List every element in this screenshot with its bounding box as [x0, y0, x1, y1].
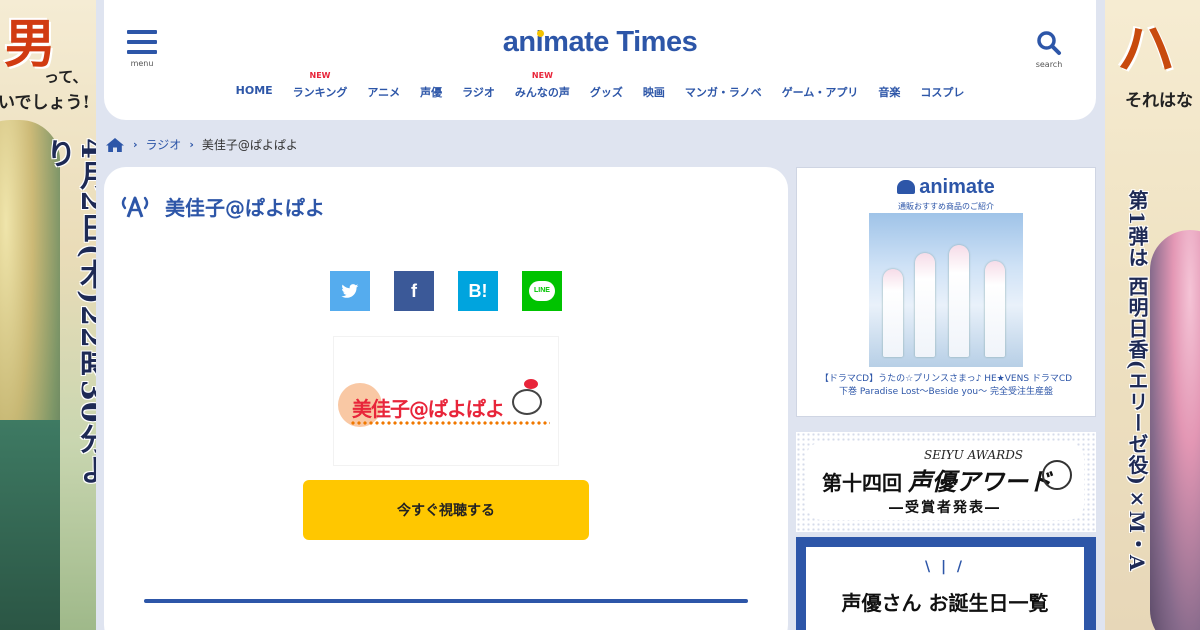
- logo-text-post: mate Times: [543, 26, 698, 58]
- nav-item-anime[interactable]: アニメ: [367, 84, 400, 100]
- new-badge: NEW: [309, 71, 331, 80]
- hatena-bookmark-icon: B!: [468, 280, 488, 301]
- chevron-right-icon: ›: [189, 138, 194, 151]
- logo-i: i: [536, 26, 544, 58]
- logo-text-pre: an: [502, 26, 536, 58]
- site-header: menu an imate Times search HOME NEW ランキング …: [104, 0, 1096, 120]
- breadcrumb-current: 美佳子@ぱよぱよ: [201, 138, 298, 152]
- right-side-ad[interactable]: ハ それはな 第1弾は 西明日香(エリーゼ役)×M・A: [1105, 0, 1200, 630]
- animate-product-ad[interactable]: animate 通販おすすめ商品のご紹介 【ドラマCD】うたの☆プリンスさまっ♪…: [796, 167, 1096, 417]
- sparkle-ticks-icon: \ | /: [924, 559, 966, 575]
- nav-label: アニメ: [367, 86, 401, 99]
- award-title: 第十四回 声優アワード: [822, 462, 1052, 497]
- award-name: 声優アワード: [908, 467, 1052, 496]
- product-caption-link[interactable]: 【ドラマCD】うたの☆プリンスさまっ♪ HE★VENS ドラマCD 下巻 Par…: [819, 373, 1073, 399]
- birthday-banner-title: 声優さん お誕生日一覧: [841, 591, 1049, 615]
- nav-label: マンガ・ラノベ: [684, 86, 762, 99]
- nav-label: HOME: [235, 84, 273, 97]
- facebook-icon: f: [411, 280, 417, 301]
- thumbnail-title-text: 美佳子@ぱよぱよ: [352, 397, 505, 421]
- award-subtitle: ―受賞者発表―: [889, 500, 1001, 516]
- nav-item-movie[interactable]: 映画: [643, 84, 665, 100]
- nav-item-game[interactable]: ゲーム・アプリ: [782, 84, 859, 100]
- line-share-button[interactable]: LINE: [522, 271, 562, 311]
- nav-item-radio[interactable]: ラジオ: [462, 84, 495, 100]
- nav-label: みんなの声: [514, 86, 570, 99]
- ad-headline-tail-a: って、: [44, 68, 88, 86]
- left-side-ad[interactable]: 男 って、 いでしょう! 4月2日(木)22時30分より: [0, 0, 96, 630]
- nav-item-seiyu[interactable]: 声優: [420, 84, 442, 100]
- facebook-share-button[interactable]: f: [394, 271, 434, 311]
- home-icon[interactable]: [105, 137, 125, 153]
- award-english-title: SEIYU AWARDS: [924, 448, 1024, 462]
- product-character: [949, 245, 969, 357]
- nav-label: ラジオ: [462, 86, 495, 99]
- new-badge: NEW: [531, 71, 553, 80]
- twitter-share-button[interactable]: [330, 271, 370, 311]
- award-banner-inner: SEIYU AWARDS 第十四回 声優アワード ―受賞者発表―: [806, 442, 1084, 520]
- ad-headline-tail-b: いでしょう!: [0, 93, 90, 113]
- nav-label: 映画: [642, 86, 665, 99]
- line-icon: LINE: [529, 281, 555, 301]
- ad-headline-glyph: ハ: [1117, 15, 1176, 83]
- main-nav: HOME NEW ランキング アニメ 声優 ラジオ NEW みんなの声 グッズ 映画…: [104, 71, 1096, 100]
- thumbnail-dot-line: [350, 421, 550, 425]
- twitter-icon: [341, 283, 359, 298]
- ad-headline-tail: それはな: [1125, 91, 1193, 111]
- animate-logo-icon: [897, 180, 916, 194]
- search-button[interactable]: search: [1034, 30, 1064, 69]
- nav-item-music[interactable]: 音楽: [878, 84, 900, 100]
- nav-item-manga[interactable]: マンガ・ラノベ: [685, 84, 762, 100]
- nav-label: ランキング: [292, 86, 348, 99]
- menu-label: menu: [130, 59, 154, 68]
- share-buttons: f B! LINE: [330, 271, 562, 311]
- nav-item-cosplay[interactable]: コスプレ: [920, 84, 964, 100]
- chevron-right-icon: ›: [133, 138, 138, 151]
- ad-character-illustration: [1150, 230, 1200, 630]
- animate-logo: animate: [797, 176, 1095, 199]
- nav-item-goods[interactable]: グッズ: [590, 84, 623, 100]
- ad-subtitle: 通販おすすめ商品のご紹介: [898, 202, 994, 211]
- nav-item-ranking[interactable]: NEW ランキング: [292, 71, 348, 100]
- nav-label: コスプレ: [920, 86, 965, 99]
- seiyu-birthday-banner[interactable]: \ | / 声優さん お誕生日一覧: [796, 537, 1096, 630]
- radio-broadcast-icon: [121, 196, 149, 218]
- seiyu-awards-banner[interactable]: SEIYU AWARDS 第十四回 声優アワード ―受賞者発表―: [796, 432, 1096, 532]
- ribbon-icon: [524, 379, 538, 389]
- breadcrumb-section-link[interactable]: ラジオ: [146, 136, 182, 153]
- nav-label: グッズ: [589, 86, 623, 99]
- program-thumbnail: 美佳子@ぱよぱよ: [333, 336, 559, 466]
- product-character: [883, 269, 903, 357]
- award-edition: 第十四回: [822, 471, 902, 495]
- nav-label: 声優: [420, 86, 443, 99]
- breadcrumb: › ラジオ › 美佳子@ぱよぱよ: [105, 136, 298, 153]
- page-title: 美佳子@ぱよぱよ: [165, 196, 325, 220]
- ad-broadcast-date: 4月2日(木)22時30分より: [40, 138, 96, 486]
- product-character: [915, 253, 935, 357]
- listen-now-button[interactable]: 今すぐ視聴する: [303, 480, 589, 540]
- section-divider: [144, 599, 748, 603]
- birthday-banner-inner: \ | / 声優さん お誕生日一覧: [806, 547, 1084, 630]
- logo-dot: [536, 30, 544, 37]
- mouse-mascot-icon: [512, 389, 542, 415]
- animate-logo-text: animate: [919, 176, 995, 198]
- nav-item-home[interactable]: HOME: [236, 84, 273, 100]
- nav-item-minna-no-koe[interactable]: NEW みんなの声: [514, 71, 570, 100]
- article-title-row: 美佳子@ぱよぱよ: [119, 192, 325, 221]
- site-logo[interactable]: an imate Times: [104, 26, 1096, 59]
- product-character: [985, 261, 1005, 357]
- product-image[interactable]: [869, 213, 1023, 367]
- nav-label: 音楽: [878, 86, 901, 99]
- ad-cast-text: 第1弾は 西明日香(エリーゼ役)×M・A: [1125, 190, 1149, 572]
- article-card: 美佳子@ぱよぱよ f B! LINE 美佳子@ぱよぱよ 今すぐ視聴する: [104, 167, 788, 630]
- nav-label: ゲーム・アプリ: [781, 86, 859, 99]
- search-label: search: [1035, 60, 1063, 69]
- hatena-bookmark-button[interactable]: B!: [458, 271, 498, 311]
- award-emblem-icon: [1042, 460, 1072, 490]
- search-icon: [1037, 31, 1061, 55]
